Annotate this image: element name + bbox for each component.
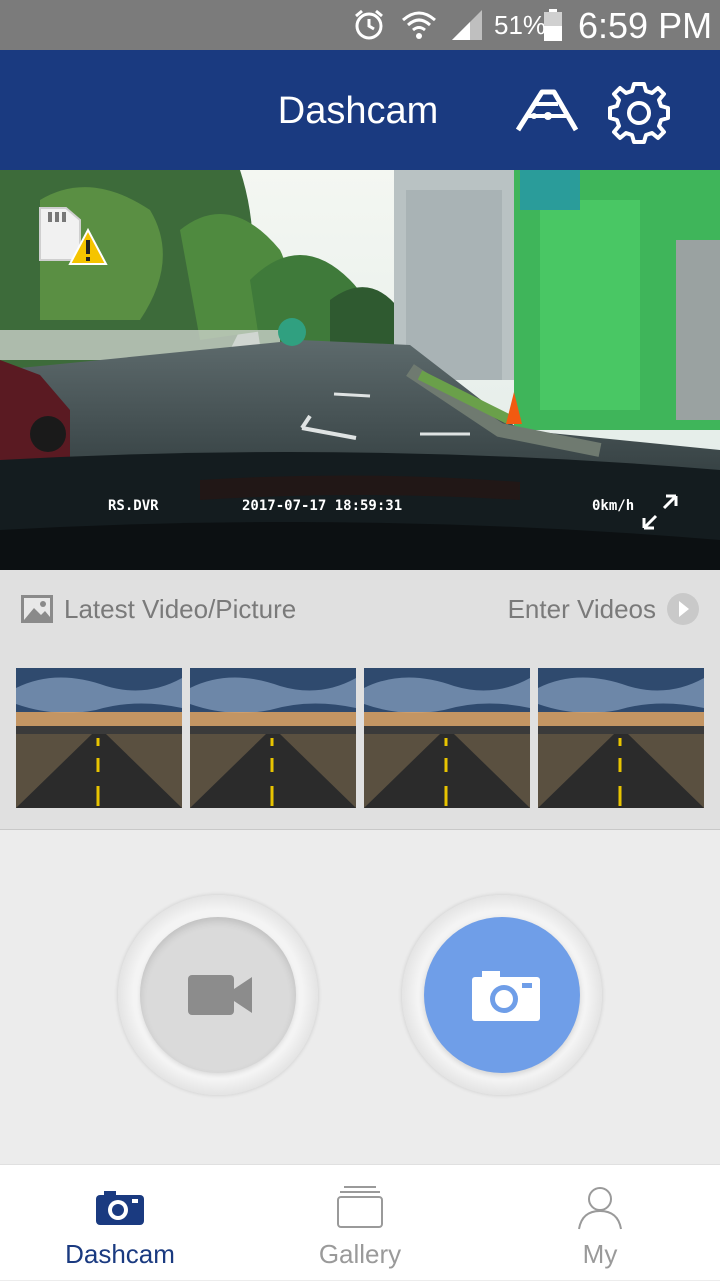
status-bar: 51% 6:59 PM: [0, 0, 720, 50]
latest-media-label: Latest Video/Picture: [64, 594, 297, 624]
nav-item-label: My: [582, 1239, 618, 1269]
settings-gear-icon[interactable]: [606, 80, 672, 146]
person-icon: [578, 1187, 622, 1230]
status-time: 6:59 PM: [578, 5, 713, 46]
wifi-icon: [402, 11, 436, 39]
media-thumbnail[interactable]: [364, 668, 530, 808]
osd-recorder-label: RS.DVR: [108, 498, 159, 514]
nav-item-dashcam[interactable]: Dashcam: [0, 1165, 240, 1281]
media-thumbnail[interactable]: [16, 668, 182, 808]
video-camera-icon: [188, 975, 252, 1015]
nav-item-my[interactable]: My: [480, 1165, 720, 1281]
osd-speed: 0km/h: [592, 498, 635, 514]
nav-item-label: Gallery: [318, 1239, 402, 1269]
fullscreen-icon[interactable]: [640, 492, 680, 532]
camera-icon: [472, 971, 540, 1021]
alarm-icon: [355, 9, 383, 40]
capture-controls: [0, 831, 720, 1164]
wifi-connect-icon[interactable]: [514, 86, 580, 134]
gallery-stack-icon: [337, 1186, 383, 1228]
live-camera-view[interactable]: RS.DVR 2017-07-17 18:59:31 0km/h: [0, 170, 720, 570]
picture-icon: [21, 595, 53, 623]
nav-item-gallery[interactable]: Gallery: [240, 1165, 480, 1281]
media-thumbnail[interactable]: [190, 668, 356, 808]
battery-icon: [544, 9, 562, 41]
record-video-button-face[interactable]: [140, 917, 296, 1073]
app-bar: Dashcam: [0, 50, 720, 170]
osd-datetime: 2017-07-17 18:59:31: [242, 498, 403, 514]
signal-icon: [452, 10, 482, 40]
battery-percent: 51%: [494, 10, 547, 40]
take-photo-button[interactable]: [402, 895, 602, 1095]
chevron-right-icon[interactable]: [666, 592, 700, 626]
sd-card-warning-icon[interactable]: [36, 204, 108, 268]
enter-videos-link[interactable]: Enter Videos: [508, 594, 656, 625]
media-thumbnail[interactable]: [538, 668, 704, 808]
bottom-navigation: Dashcam Gallery My: [0, 1164, 720, 1280]
record-video-button[interactable]: [118, 895, 318, 1095]
latest-media-section: Latest Video/Picture Enter Videos: [0, 570, 720, 830]
nav-item-label: Dashcam: [65, 1239, 175, 1269]
take-photo-button-face[interactable]: [424, 917, 580, 1073]
camera-icon: [96, 1191, 144, 1225]
